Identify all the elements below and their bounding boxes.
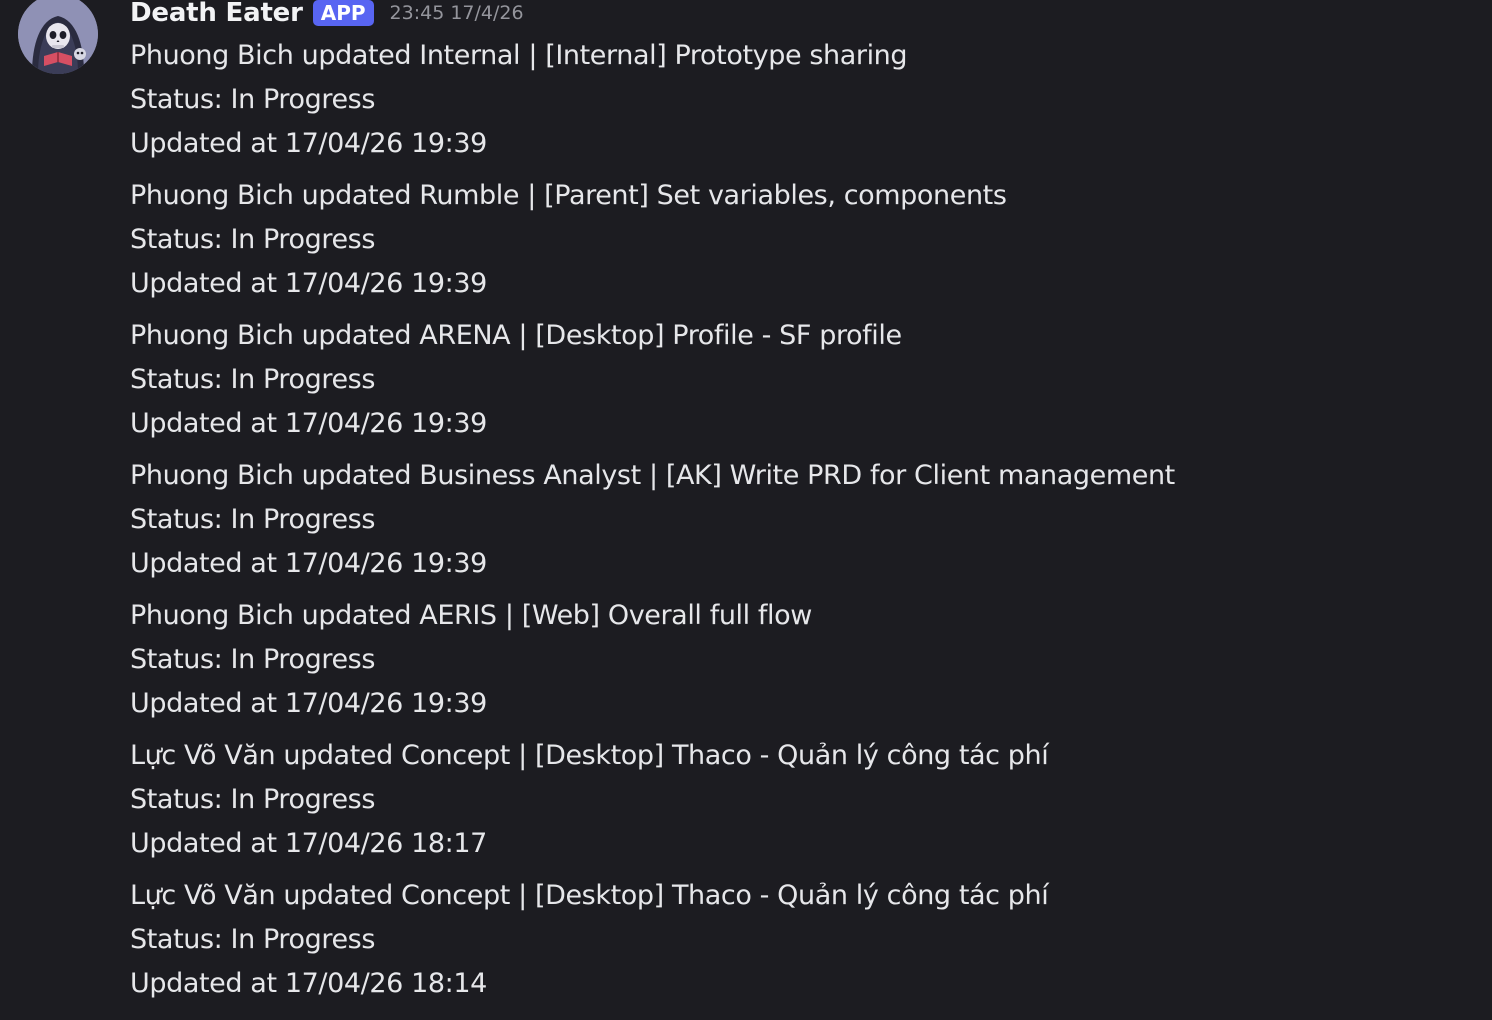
update-status: Status: In Progress (130, 504, 375, 535)
update-entry: Phuong Bich updated Rumble | [Parent] Se… (130, 174, 1470, 306)
update-entry: Phuong Bich updated ARENA | [Desktop] Pr… (130, 314, 1470, 446)
update-entry: Lực Võ Văn updated Concept | [Desktop] T… (130, 874, 1470, 1006)
app-badge: APP (312, 0, 374, 26)
update-status: Status: In Progress (130, 84, 375, 115)
update-title: Phuong Bich updated Internal | [Internal… (130, 40, 908, 71)
update-entry: Lực Võ Văn updated Concept | [Desktop] T… (130, 734, 1470, 866)
update-status: Status: In Progress (130, 924, 375, 955)
update-title: Lực Võ Văn updated Concept | [Desktop] T… (130, 880, 1049, 911)
update-entry: Phuong Bich updated Business Analyst | [… (130, 454, 1470, 586)
message-header: Death Eater APP 23:45 17/4/26 (130, 0, 524, 33)
update-time: Updated at 17/04/26 18:17 (130, 828, 487, 859)
update-time: Updated at 17/04/26 19:39 (130, 408, 487, 439)
chat-message: Death Eater APP 23:45 17/4/26 Phuong Bic… (0, 0, 1492, 1020)
reaper-skull-avatar-icon (18, 0, 98, 74)
update-time: Updated at 17/04/26 19:39 (130, 128, 487, 159)
update-time: Updated at 17/04/26 18:14 (130, 968, 487, 999)
update-title: Phuong Bich updated Rumble | [Parent] Se… (130, 180, 1007, 211)
update-title: Phuong Bich updated Business Analyst | [… (130, 460, 1175, 491)
message-timestamp[interactable]: 23:45 17/4/26 (390, 2, 524, 24)
update-title: Lực Võ Văn updated Concept | [Desktop] T… (130, 740, 1049, 771)
avatar[interactable] (18, 0, 98, 74)
update-entry: Phuong Bich updated AERIS | [Web] Overal… (130, 594, 1470, 726)
update-time: Updated at 17/04/26 19:39 (130, 268, 487, 299)
update-status: Status: In Progress (130, 644, 375, 675)
update-title: Phuong Bich updated AERIS | [Web] Overal… (130, 600, 812, 631)
update-entry: Phuong Bich updated Internal | [Internal… (130, 34, 1470, 166)
update-title: Phuong Bich updated ARENA | [Desktop] Pr… (130, 320, 902, 351)
author-name[interactable]: Death Eater (130, 0, 303, 28)
message-content: Phuong Bich updated Internal | [Internal… (130, 34, 1470, 1014)
update-time: Updated at 17/04/26 19:39 (130, 548, 487, 579)
update-time: Updated at 17/04/26 19:39 (130, 688, 487, 719)
update-status: Status: In Progress (130, 224, 375, 255)
update-status: Status: In Progress (130, 364, 375, 395)
update-status: Status: In Progress (130, 784, 375, 815)
